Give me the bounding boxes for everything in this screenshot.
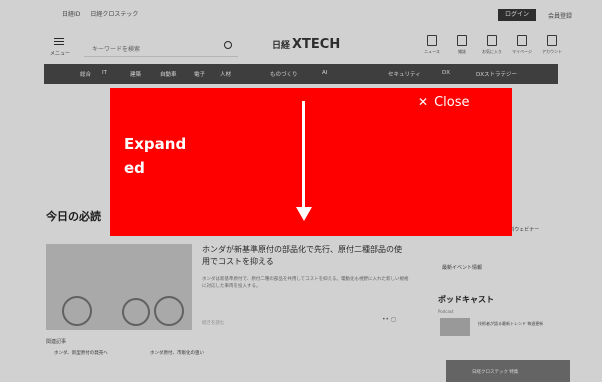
down-arrow-icon [302,101,305,207]
close-label: Close [434,95,470,110]
close-icon: ✕ [418,95,429,109]
down-arrow-head [296,207,312,221]
expanded-label-line1: Expand [124,135,187,153]
close-button[interactable]: ✕ Close [418,95,469,110]
expanded-label-line2: ed [124,159,145,177]
expanded-label: Expand ed [124,132,214,180]
expanded-ad-overlay[interactable]: ✕ Close Expand ed [110,88,512,236]
